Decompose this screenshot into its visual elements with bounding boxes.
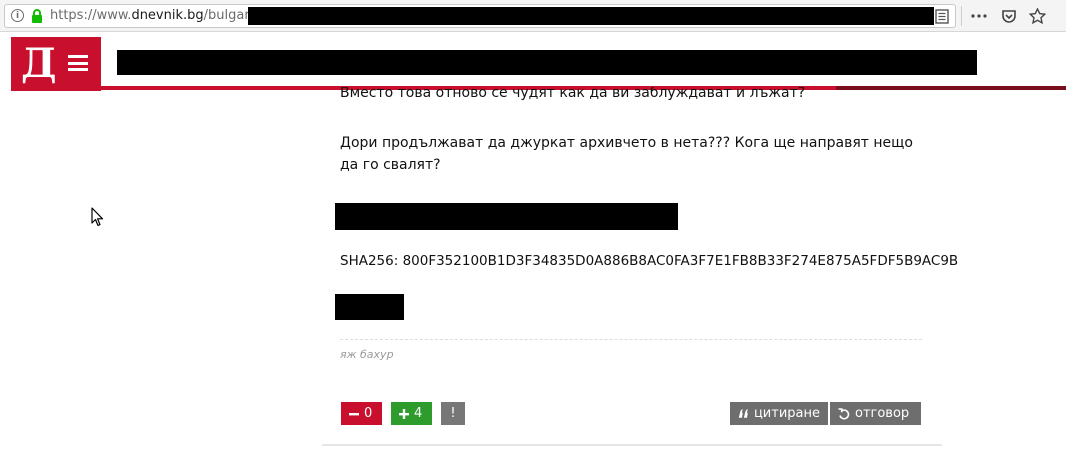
plus-icon bbox=[399, 408, 409, 419]
lock-icon[interactable] bbox=[29, 8, 45, 24]
redacted-block bbox=[335, 203, 678, 230]
comment-bottom-divider bbox=[322, 444, 942, 446]
quote-label: цитиране bbox=[753, 406, 820, 421]
logo-letter: Д bbox=[21, 40, 57, 87]
bookmark-star-icon[interactable] bbox=[1026, 5, 1048, 27]
comment-paragraph: Дори продължават да джуркат архивчето в … bbox=[340, 135, 913, 173]
pocket-icon[interactable] bbox=[998, 5, 1020, 27]
reply-button[interactable]: отговор bbox=[830, 402, 921, 425]
comment-signature: яж бахур bbox=[340, 348, 394, 361]
downvote-button[interactable]: 0 bbox=[341, 402, 382, 425]
reader-view-icon[interactable] bbox=[935, 9, 949, 24]
signature-divider bbox=[340, 339, 922, 340]
url-text[interactable]: https://www.dnevnik.bg/bulgaria/2 bbox=[50, 8, 274, 23]
site-logo[interactable]: Д bbox=[11, 37, 101, 91]
quote-icon bbox=[738, 409, 748, 418]
exclamation-icon: ! bbox=[450, 406, 456, 421]
browser-toolbar: i https://www.dnevnik.bg/bulgaria/2 bbox=[0, 0, 1066, 32]
reply-label: отговор bbox=[855, 406, 910, 421]
redacted-url-block bbox=[248, 7, 934, 25]
redacted-header-title bbox=[117, 50, 977, 75]
redacted-block-small bbox=[335, 294, 404, 320]
minus-icon bbox=[349, 412, 359, 415]
mouse-cursor-icon bbox=[91, 207, 104, 227]
more-icon[interactable] bbox=[968, 5, 990, 27]
quote-button[interactable]: цитиране bbox=[730, 402, 828, 425]
site-info-icon[interactable]: i bbox=[11, 9, 24, 22]
sha-hash-text: SHA256: 800F352100B1D3F34835D0A886B8AC0F… bbox=[340, 253, 959, 269]
address-bar[interactable]: i https://www.dnevnik.bg/bulgaria/2 bbox=[4, 4, 956, 28]
downvote-count: 0 bbox=[364, 406, 373, 421]
upvote-button[interactable]: 4 bbox=[391, 402, 432, 425]
upvote-count: 4 bbox=[414, 406, 423, 421]
toolbar-separator bbox=[961, 6, 962, 26]
report-button[interactable]: ! bbox=[441, 402, 465, 425]
hamburger-menu-icon[interactable] bbox=[68, 55, 88, 71]
reply-icon bbox=[838, 407, 850, 419]
